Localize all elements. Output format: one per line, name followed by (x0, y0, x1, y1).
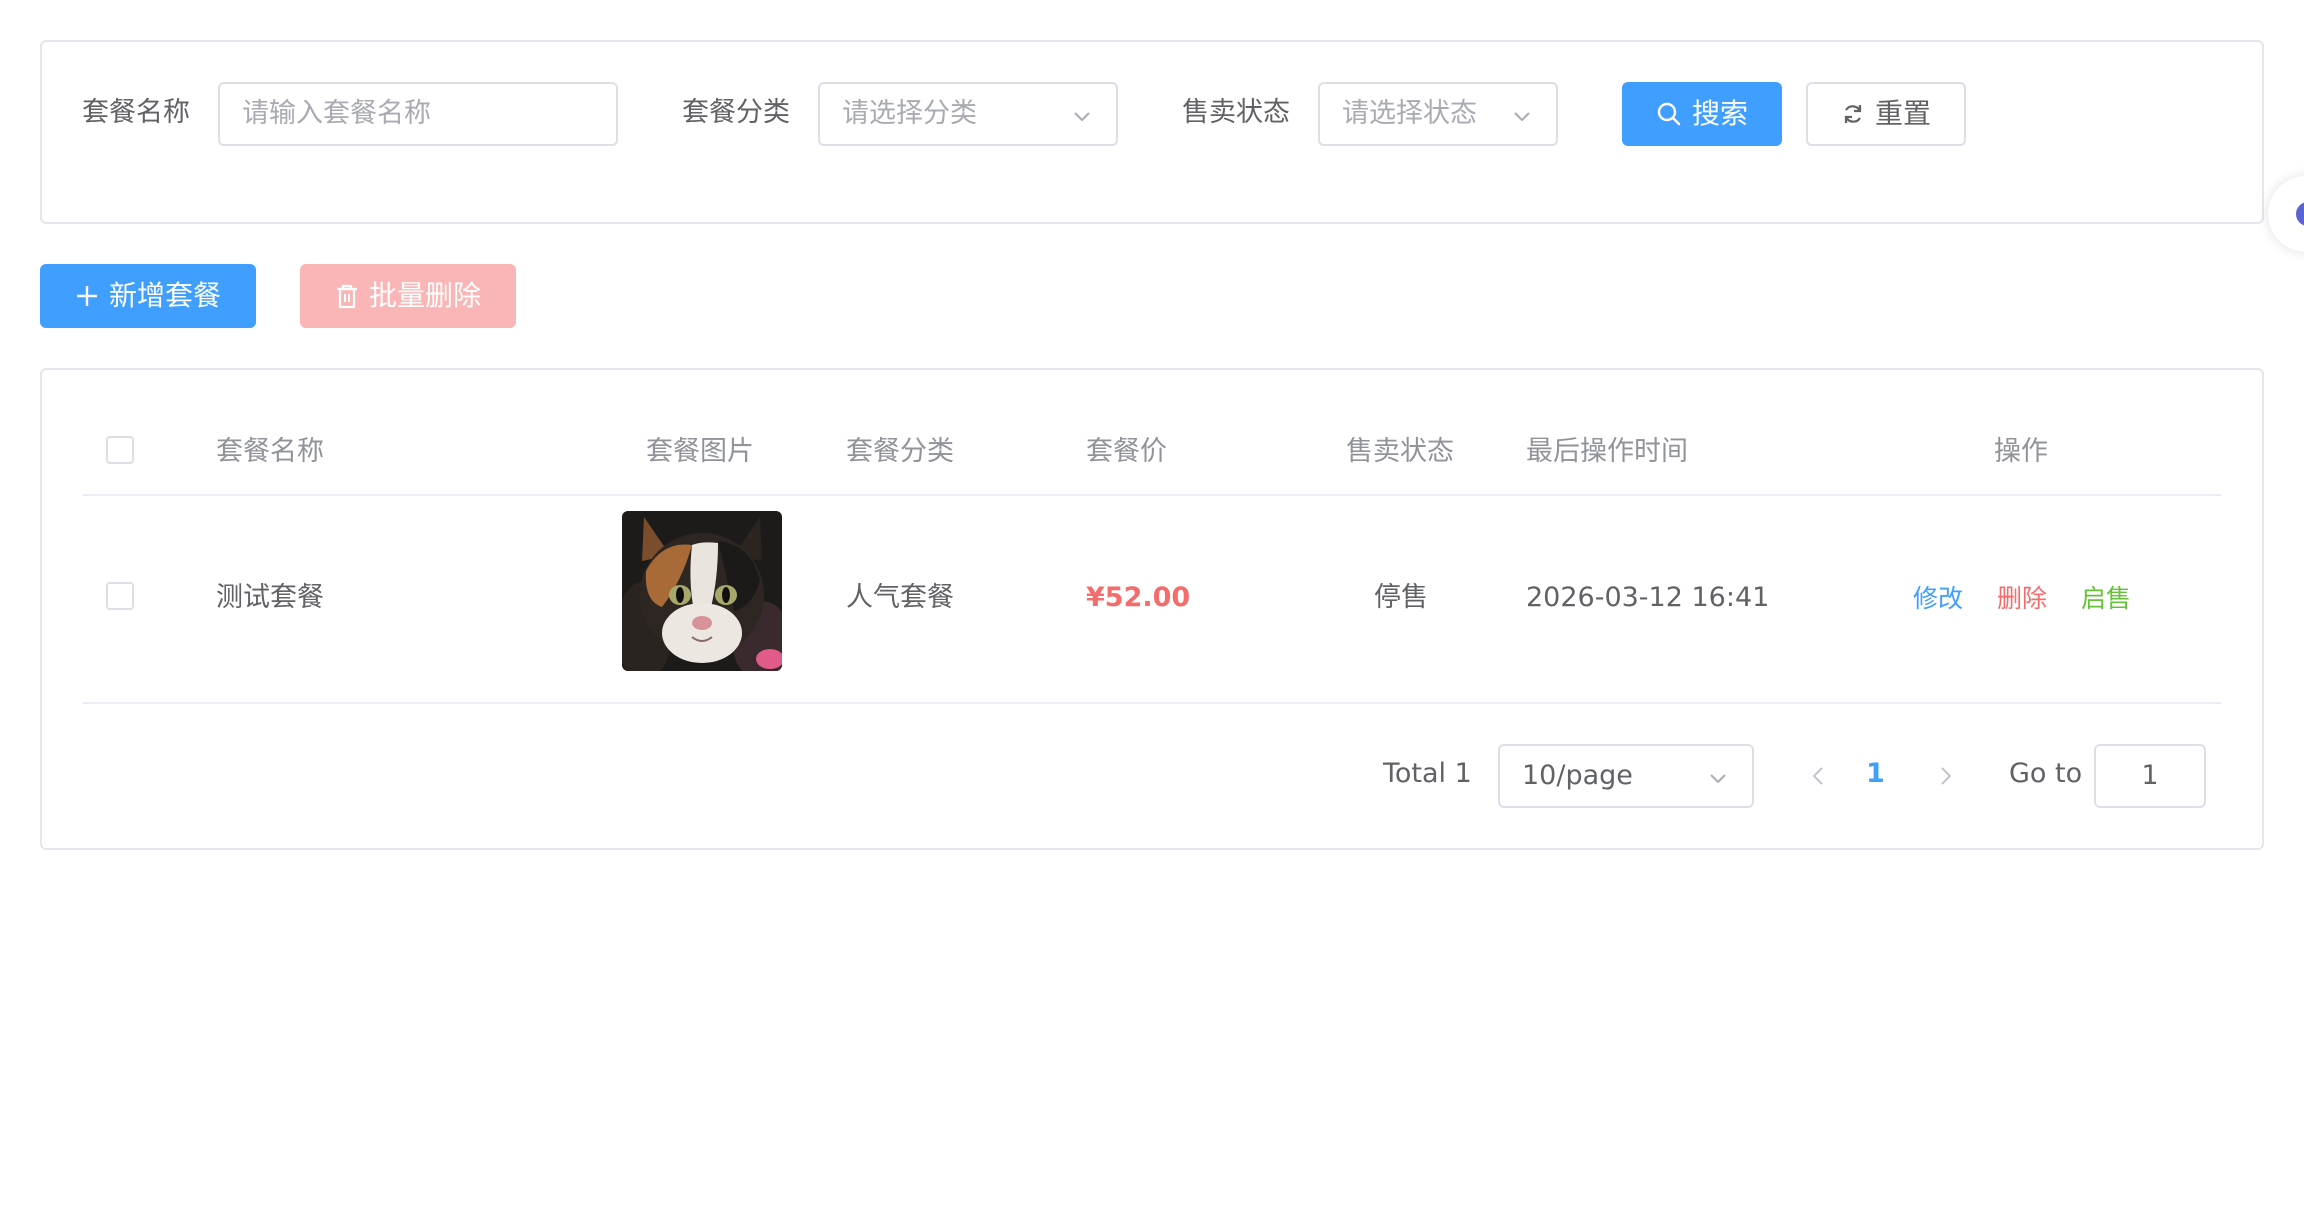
status-select[interactable]: 请选择状态 (1318, 82, 1558, 146)
row-checkbox[interactable] (106, 582, 134, 610)
prev-page-icon[interactable] (1808, 762, 1828, 790)
floating-assistant-tab[interactable] (2268, 176, 2304, 252)
search-icon (1657, 102, 1681, 126)
goto-label: Go to (2009, 758, 2083, 789)
package-category: 人气套餐 (846, 582, 954, 613)
name-search-input[interactable]: 请输入套餐名称 (218, 82, 618, 146)
header-divider (82, 494, 2222, 496)
row-divider (82, 702, 2222, 704)
header-package-price: 套餐价 (1086, 436, 1167, 467)
page-size-select[interactable]: 10/page (1498, 744, 1754, 808)
search-button-label: 搜索 (1691, 97, 1748, 130)
goto-page-input[interactable]: 1 (2094, 744, 2206, 808)
plus-icon (76, 286, 97, 306)
category-select[interactable]: 请选择分类 (818, 82, 1118, 146)
add-package-button[interactable]: 新增套餐 (40, 264, 256, 328)
edit-link[interactable]: 修改 (1913, 581, 1963, 617)
chevron-down-icon (1710, 774, 1726, 784)
package-name: 测试套餐 (216, 582, 324, 613)
header-package-category: 套餐分类 (846, 436, 954, 467)
batch-delete-button[interactable]: 批量删除 (300, 264, 516, 328)
search-button[interactable]: 搜索 (1622, 82, 1782, 146)
category-filter-label: 套餐分类 (682, 97, 790, 128)
name-filter-label: 套餐名称 (82, 97, 190, 128)
next-page-icon[interactable] (1936, 762, 1956, 790)
category-select-placeholder: 请选择分类 (842, 98, 977, 129)
status-filter-label: 售卖状态 (1182, 97, 1290, 128)
package-image[interactable] (622, 511, 782, 671)
page-size-value: 10/page (1522, 760, 1633, 791)
header-actions: 操作 (1994, 436, 2048, 467)
status-select-placeholder: 请选择状态 (1342, 98, 1477, 129)
delete-link[interactable]: 删除 (1997, 581, 2047, 617)
chevron-down-icon (1074, 112, 1090, 122)
refresh-icon (1844, 105, 1862, 123)
pagination-total: Total 1 (1383, 758, 1472, 789)
reset-button-label: 重置 (1874, 97, 1931, 130)
batch-delete-label: 批量删除 (368, 279, 481, 312)
header-sale-status: 售卖状态 (1346, 436, 1454, 467)
package-price: ¥52.00 (1086, 582, 1191, 613)
header-package-name: 套餐名称 (216, 436, 324, 467)
select-all-checkbox[interactable] (106, 436, 134, 464)
assistant-icon (2296, 202, 2304, 226)
reset-button[interactable]: 重置 (1806, 82, 1966, 146)
header-package-image: 套餐图片 (646, 436, 754, 467)
header-last-updated: 最后操作时间 (1526, 436, 1688, 467)
sale-status: 停售 (1374, 582, 1428, 613)
chevron-down-icon (1514, 112, 1530, 122)
cat-photo-image (622, 511, 782, 671)
add-package-label: 新增套餐 (108, 279, 221, 312)
enable-sale-link[interactable]: 启售 (2081, 581, 2131, 617)
trash-icon (336, 284, 357, 309)
current-page-number[interactable]: 1 (1866, 754, 1885, 794)
last-updated-time: 2026-03-12 16:41 (1526, 582, 1770, 613)
